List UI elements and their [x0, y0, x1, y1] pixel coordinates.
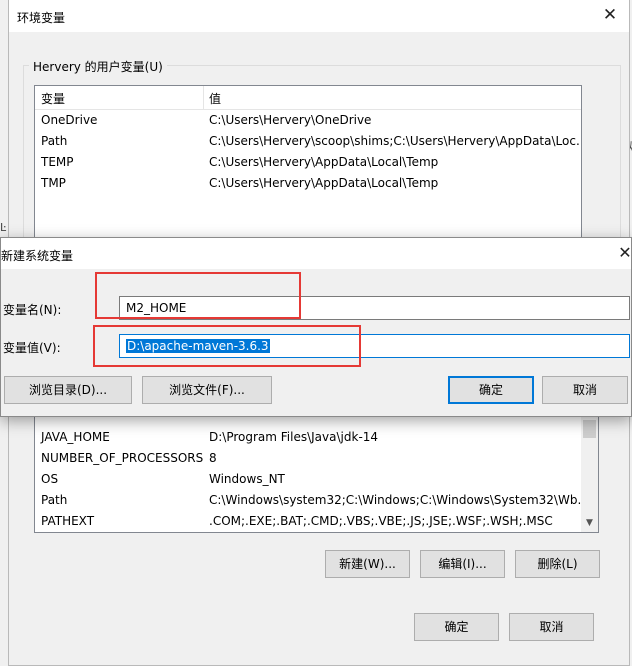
edit-variable-button[interactable]: 编辑(I)... [420, 550, 505, 578]
close-icon[interactable]: ✕ [600, 5, 620, 25]
variable-name: TMP [41, 176, 66, 190]
variable-value: C:\Users\Hervery\AppData\Local\Temp [209, 155, 439, 169]
delete-variable-button[interactable]: 删除(L) [515, 550, 600, 578]
variable-value-label: 变量值(V): [3, 341, 61, 355]
variable-value: C:\Users\Hervery\OneDrive [209, 113, 372, 127]
scroll-thumb[interactable] [583, 420, 596, 438]
dialog-title: 新建系统变量 [1, 249, 74, 263]
variable-name: TEMP [41, 155, 74, 169]
table-row[interactable]: OS Windows_NT [35, 469, 598, 490]
variable-value-input[interactable]: D:\apache-maven-3.6.3 [119, 334, 630, 358]
new-variable-button[interactable]: 新建(W)... [325, 550, 410, 578]
chevron-down-icon[interactable]: ▼ [581, 516, 598, 530]
user-variables-list[interactable]: 变量 值 OneDrive C:\Users\Hervery\OneDrive … [34, 85, 582, 245]
variable-name: OS [41, 472, 59, 486]
ok-button[interactable]: 确定 [414, 613, 499, 641]
window-title: 环境变量 [17, 11, 66, 25]
variable-value: C:\Users\Hervery\scoop\shims;C:\Users\He… [209, 134, 582, 148]
table-row[interactable]: TMP C:\Users\Hervery\AppData\Local\Temp [35, 173, 581, 194]
variable-name: OneDrive [41, 113, 98, 127]
table-row[interactable]: OneDrive C:\Users\Hervery\OneDrive [35, 110, 581, 131]
variable-value: .COM;.EXE;.BAT;.CMD;.VBS;.VBE;.JS;.JSE;.… [209, 514, 553, 528]
column-separator[interactable] [203, 86, 204, 110]
variable-name-input[interactable]: M2_HOME [119, 296, 630, 320]
browse-file-button[interactable]: 浏览文件(F)... [142, 376, 272, 404]
column-header-variable[interactable]: 变量 [41, 90, 65, 107]
variable-name-value: M2_HOME [126, 301, 187, 315]
dialog-title-bar: 新建系统变量 ✕ [1, 238, 632, 269]
cancel-button[interactable]: 取消 [509, 613, 594, 641]
table-row[interactable]: TEMP C:\Users\Hervery\AppData\Local\Temp [35, 152, 581, 173]
variable-value: C:\Windows\system32;C:\Windows;C:\Window… [209, 493, 589, 507]
system-variables-list[interactable]: JAVA_HOME D:\Program Files\Java\jdk-14 N… [34, 405, 599, 533]
table-row[interactable]: Path C:\Windows\system32;C:\Windows;C:\W… [35, 490, 598, 511]
variable-name: Path [41, 134, 68, 148]
variable-name-label: 变量名(N): [3, 303, 62, 317]
browse-directory-button[interactable]: 浏览目录(D)... [4, 376, 132, 404]
title-bar: 环境变量 ✕ [9, 0, 629, 32]
background-fragment-text: Ŀ [0, 221, 7, 234]
table-row[interactable]: JAVA_HOME D:\Program Files\Java\jdk-14 [35, 427, 598, 448]
close-icon[interactable]: ✕ [615, 243, 632, 263]
variable-value: D:\Program Files\Java\jdk-14 [209, 430, 379, 444]
variable-name: Path [41, 493, 68, 507]
dialog-ok-button[interactable]: 确定 [448, 376, 534, 404]
variable-value: C:\Users\Hervery\AppData\Local\Temp [209, 176, 439, 190]
list-header: 变量 值 [35, 86, 581, 110]
new-system-variable-dialog: 新建系统变量 ✕ 变量名(N): M2_HOME 变量值(V): D:\apac… [0, 237, 632, 417]
variable-value: Windows_NT [209, 472, 285, 486]
dialog-cancel-button[interactable]: 取消 [542, 376, 628, 404]
table-row[interactable]: Path C:\Users\Hervery\scoop\shims;C:\Use… [35, 131, 581, 152]
column-header-value[interactable]: 值 [209, 90, 221, 107]
variable-value: 8 [209, 451, 217, 465]
variable-name: NUMBER_OF_PROCESSORS [41, 451, 204, 465]
variable-value-selected-text: D:\apache-maven-3.6.3 [126, 339, 270, 353]
table-row[interactable]: NUMBER_OF_PROCESSORS 8 [35, 448, 598, 469]
vertical-scrollbar[interactable]: ▼ [581, 406, 598, 532]
table-row[interactable]: PATHEXT .COM;.EXE;.BAT;.CMD;.VBS;.VBE;.J… [35, 511, 598, 532]
user-variables-label: Hervery 的用户变量(U) [29, 58, 167, 75]
variable-name: JAVA_HOME [41, 430, 110, 444]
variable-name: PATHEXT [41, 514, 95, 528]
